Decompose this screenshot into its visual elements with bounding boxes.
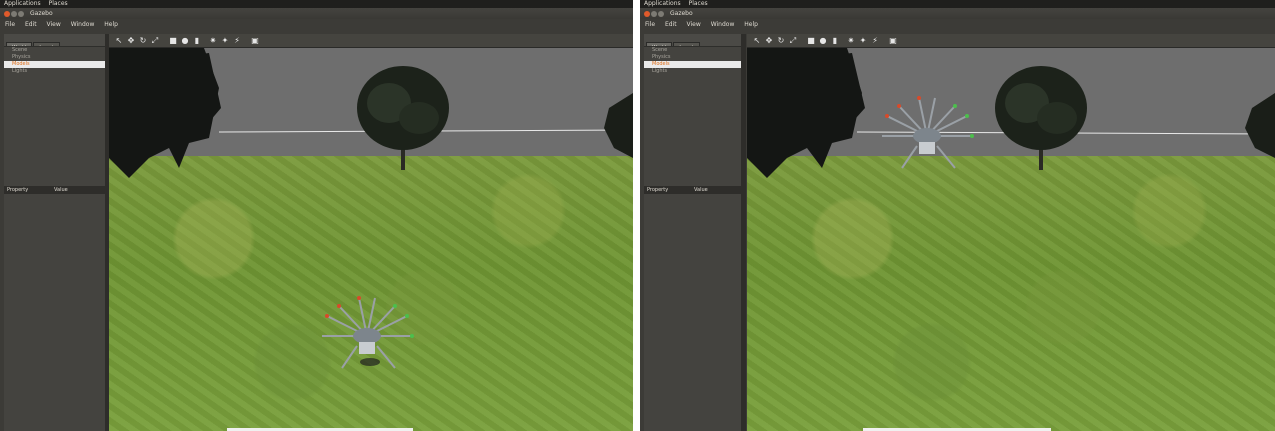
- left-panel: WorldInsert Scene Physics Models Lights …: [644, 34, 745, 431]
- screenshot-icon[interactable]: ▣: [889, 37, 897, 45]
- value-column-header: Value: [54, 187, 68, 193]
- window-title: Gazebo: [670, 10, 693, 17]
- gazebo-screen-left: Applications Places Gazebo File Edit Vie…: [0, 0, 633, 431]
- menu-window[interactable]: Window: [71, 21, 95, 28]
- tree-right-edge: [1245, 93, 1275, 158]
- property-header: Property Value: [4, 186, 105, 194]
- scale-icon[interactable]: ⤢: [789, 37, 797, 45]
- close-icon[interactable]: [4, 11, 10, 17]
- cylinder-icon[interactable]: ▮: [193, 37, 201, 45]
- rotate-icon[interactable]: ↻: [777, 37, 785, 45]
- translate-icon[interactable]: ✥: [127, 37, 135, 45]
- spot-light-icon[interactable]: ✦: [221, 37, 229, 45]
- desktop-topbar: Applications Places: [0, 0, 633, 8]
- window-titlebar: Gazebo: [0, 8, 633, 19]
- menu-help[interactable]: Help: [744, 21, 758, 28]
- menu-window[interactable]: Window: [711, 21, 735, 28]
- menu-file[interactable]: File: [645, 21, 655, 28]
- property-header: Property Value: [644, 186, 745, 194]
- scale-icon[interactable]: ⤢: [151, 37, 159, 45]
- menu-help[interactable]: Help: [104, 21, 118, 28]
- tree-foliage-left: [109, 48, 221, 178]
- tree-item-physics[interactable]: Physics: [644, 54, 745, 61]
- gazebo-screen-right: Applications Places Gazebo File Edit Vie…: [640, 0, 1275, 431]
- simulation-scene[interactable]: [109, 48, 633, 431]
- rotate-icon[interactable]: ↻: [139, 37, 147, 45]
- menubar: File Edit View Window Help: [0, 19, 633, 31]
- close-icon[interactable]: [644, 11, 650, 17]
- tree-center: [995, 66, 1087, 170]
- tree-foliage-left: [747, 48, 865, 178]
- viewport-toolbar: ↖ ✥ ↻ ⤢ ■ ● ▮ ✷ ✦ ⚡ ▣: [747, 34, 1275, 48]
- places-menu[interactable]: Places: [49, 0, 68, 7]
- minimize-icon[interactable]: [11, 11, 17, 17]
- multirotor-drone: [322, 296, 414, 369]
- maximize-icon[interactable]: [658, 11, 664, 17]
- property-column-header: Property: [647, 187, 669, 193]
- select-icon[interactable]: ↖: [115, 37, 123, 45]
- sphere-icon[interactable]: ●: [819, 37, 827, 45]
- point-light-icon[interactable]: ✷: [847, 37, 855, 45]
- property-panel: [644, 194, 745, 431]
- menu-view[interactable]: View: [687, 21, 701, 28]
- scene-objects: [109, 48, 633, 369]
- menubar: File Edit View Window Help: [640, 19, 1275, 31]
- minimize-icon[interactable]: [651, 11, 657, 17]
- tree-item-lights[interactable]: Lights: [4, 68, 105, 75]
- spot-light-icon[interactable]: ✦: [859, 37, 867, 45]
- menu-edit[interactable]: Edit: [25, 21, 37, 28]
- box-icon[interactable]: ■: [169, 37, 177, 45]
- translate-icon[interactable]: ✥: [765, 37, 773, 45]
- directional-light-icon[interactable]: ⚡: [871, 37, 879, 45]
- simulation-scene[interactable]: [747, 48, 1275, 431]
- value-column-header: Value: [694, 187, 708, 193]
- applications-menu[interactable]: Applications: [644, 0, 681, 7]
- select-icon[interactable]: ↖: [753, 37, 761, 45]
- tree-right-edge: [604, 93, 633, 158]
- window-titlebar: Gazebo: [640, 8, 1275, 19]
- menu-file[interactable]: File: [5, 21, 15, 28]
- screenshot-icon[interactable]: ▣: [251, 37, 259, 45]
- tree-item-physics[interactable]: Physics: [4, 54, 105, 61]
- tree-center: [357, 66, 449, 170]
- window-title: Gazebo: [30, 10, 53, 17]
- desktop-topbar: Applications Places: [640, 0, 1275, 8]
- scene-objects: [747, 48, 1275, 178]
- tree-item-lights[interactable]: Lights: [644, 68, 745, 75]
- 3d-viewport[interactable]: ↖ ✥ ↻ ⤢ ■ ● ▮ ✷ ✦ ⚡ ▣: [747, 34, 1275, 431]
- directional-light-icon[interactable]: ⚡: [233, 37, 241, 45]
- places-menu[interactable]: Places: [689, 0, 708, 7]
- tree-item-scene[interactable]: Scene: [644, 47, 745, 54]
- menu-edit[interactable]: Edit: [665, 21, 677, 28]
- sphere-icon[interactable]: ●: [181, 37, 189, 45]
- point-light-icon[interactable]: ✷: [209, 37, 217, 45]
- world-tree: Scene Physics Models Lights: [4, 46, 105, 196]
- tree-item-models[interactable]: Models: [4, 61, 105, 68]
- 3d-viewport[interactable]: ↖ ✥ ↻ ⤢ ■ ● ▮ ✷ ✦ ⚡ ▣: [109, 34, 633, 431]
- tree-item-scene[interactable]: Scene: [4, 47, 105, 54]
- applications-menu[interactable]: Applications: [4, 0, 41, 7]
- panel-splitter[interactable]: [741, 34, 746, 431]
- menu-view[interactable]: View: [47, 21, 61, 28]
- left-panel: WorldInsert Scene Physics Models Lights …: [4, 34, 105, 431]
- property-panel: [4, 194, 105, 431]
- screens-divider: [633, 0, 640, 431]
- world-tree: Scene Physics Models Lights: [644, 46, 745, 196]
- box-icon[interactable]: ■: [807, 37, 815, 45]
- tree-item-models[interactable]: Models: [644, 61, 745, 68]
- maximize-icon[interactable]: [18, 11, 24, 17]
- cylinder-icon[interactable]: ▮: [831, 37, 839, 45]
- property-column-header: Property: [7, 187, 29, 193]
- viewport-toolbar: ↖ ✥ ↻ ⤢ ■ ● ▮ ✷ ✦ ⚡ ▣: [109, 34, 633, 48]
